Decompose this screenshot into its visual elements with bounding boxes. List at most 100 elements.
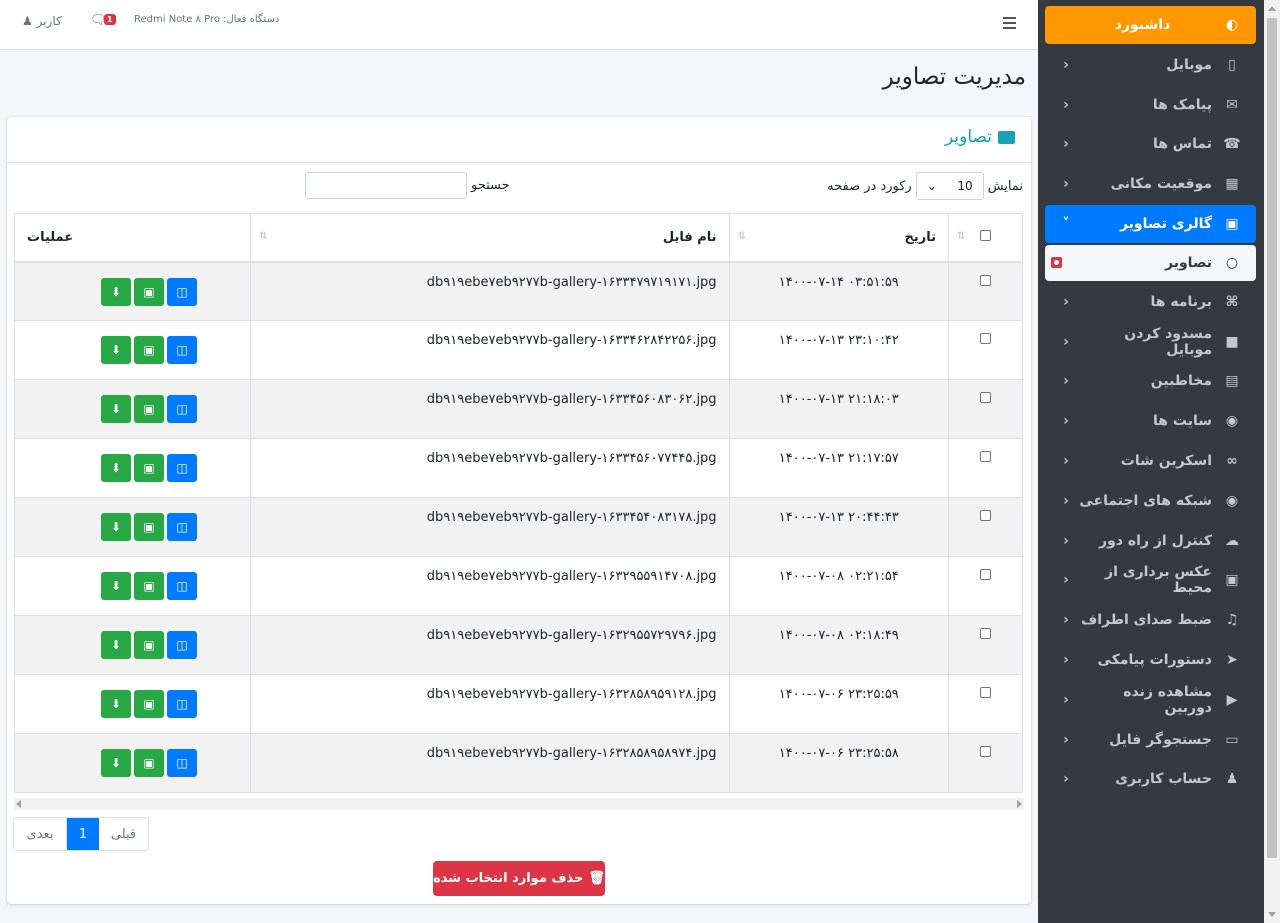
card-title: تصاویر <box>945 127 1015 147</box>
sidebar-item-gamepad[interactable]: ⌘ برنامه ها ‹ <box>1045 283 1256 321</box>
delete-selected-button[interactable]: 🗑 حذف موارد انتخاب شده <box>433 861 605 896</box>
show-label: نمایش <box>987 178 1023 194</box>
eye-icon: ◉ <box>1225 492 1239 509</box>
pagination-prev[interactable]: قبلی <box>99 818 148 850</box>
download-button[interactable]: ⬇ <box>101 454 131 482</box>
map-button[interactable]: ◫ <box>167 277 197 306</box>
map-button[interactable]: ◫ <box>167 454 197 482</box>
images-card: تصاویر نمایش 10 ⌄ رکورد در صفحه جستجو ⇅ ت… <box>7 117 1031 904</box>
column-header-date[interactable]: تاریخ ⇅ <box>728 213 950 263</box>
chevron-down-icon: ⌄ <box>926 179 937 193</box>
sidebar-item-user[interactable]: ♟ حساب کاربری ‹ <box>1045 760 1256 798</box>
view-image-button[interactable]: ▣ <box>134 336 164 364</box>
download-button[interactable]: ⬇ <box>101 277 131 306</box>
row-checkbox[interactable] <box>980 628 991 639</box>
search-input[interactable] <box>305 172 467 199</box>
row-checkbox[interactable] <box>980 451 991 462</box>
chevron-left-icon: ‹ <box>1063 293 1069 310</box>
download-button[interactable]: ⬇ <box>101 395 131 423</box>
image-icon: ▣ <box>143 284 155 299</box>
view-image-button[interactable]: ▣ <box>134 395 164 423</box>
user-menu[interactable]: ♟ کاربر <box>22 14 62 28</box>
sort-icon[interactable]: ⇅ <box>957 231 965 242</box>
view-image-button[interactable]: ▣ <box>134 631 164 659</box>
row-checkbox-cell <box>948 320 1023 380</box>
envelope-icon: ✉ <box>1226 96 1238 113</box>
row-checkbox[interactable] <box>980 510 991 521</box>
sidebar-item-phone[interactable]: ☎ تماس ها ‹ <box>1045 125 1256 163</box>
row-checkbox[interactable] <box>980 569 991 580</box>
sidebar-item-paper-plane[interactable]: ➤ دستورات پیامکی ‹ <box>1045 641 1256 679</box>
sidebar-item-label: تماس ها <box>1152 136 1212 153</box>
chevron-left-icon: ‹ <box>1063 413 1069 430</box>
menu-toggle-icon[interactable] <box>1003 17 1016 32</box>
view-image-button[interactable]: ▣ <box>134 572 164 600</box>
row-checkbox-cell <box>948 615 1023 675</box>
row-checkbox[interactable] <box>980 746 991 757</box>
table-row: ۱۴۰۰-۰۷-۰۶ ۲۳:۲۵:۵۹ db۹۱۹ebe۷eb۹۲۷۷b-gall… <box>13 674 1023 734</box>
filename-cell: db۹۱۹ebe۷eb۹۲۷۷b-gallery-۱۶۳۲۹۵۵۹۱۴۷۰۸.j… <box>250 556 730 616</box>
view-image-button[interactable]: ▣ <box>134 454 164 482</box>
date-cell: ۱۴۰۰-۰۷-۰۶ ۲۳:۲۵:۵۹ <box>728 674 950 734</box>
chevron-down-icon: ˅ <box>1062 215 1070 232</box>
map-button[interactable]: ◫ <box>167 395 197 423</box>
view-image-button[interactable]: ▣ <box>134 277 164 306</box>
map-button[interactable]: ◫ <box>167 749 197 777</box>
view-image-button[interactable]: ▣ <box>134 513 164 541</box>
download-button[interactable]: ⬇ <box>101 690 131 718</box>
row-checkbox[interactable] <box>980 274 991 286</box>
sidebar-item-folder[interactable]: ▭ جستجوگر فایل ‹ <box>1045 721 1256 759</box>
chevron-left-icon: ‹ <box>1063 333 1069 350</box>
map-button[interactable]: ◫ <box>167 336 197 364</box>
row-checkbox[interactable] <box>980 333 991 344</box>
date-cell: ۱۴۰۰-۰۷-۱۳ ۲۱:۱۷:۵۷ <box>728 438 950 498</box>
chevron-left-icon: ‹ <box>1063 651 1069 668</box>
column-header-file[interactable]: نام فایل ⇅ <box>250 213 730 263</box>
sidebar-item-video[interactable]: ▶ مشاهده زنده دوربین ‹ <box>1045 681 1256 719</box>
operations-cell: ⬇ ▣ ◫ <box>13 261 252 321</box>
pagination-current[interactable]: 1 <box>67 818 99 850</box>
sidebar-item-envelope[interactable]: ✉ پیامک ها ‹ <box>1045 86 1256 124</box>
download-button[interactable]: ⬇ <box>101 572 131 600</box>
date-cell: ۱۴۰۰-۰۷-۱۳ ۲۰:۴۴:۴۳ <box>728 497 950 557</box>
sidebar-item-audio-file[interactable]: ♫ ضبط صدای اطراف ‹ <box>1045 601 1256 639</box>
sidebar-item-chrome[interactable]: ◉ سایت ها ‹ <box>1045 402 1256 440</box>
camera-icon: ▣ <box>1225 572 1239 589</box>
select-all-checkbox[interactable] <box>980 229 991 241</box>
download-button[interactable]: ⬇ <box>101 749 131 777</box>
image-icon: ▣ <box>143 756 155 770</box>
sidebar-item-dashboard[interactable]: ◐ داشبورد <box>1045 6 1256 44</box>
sidebar-item-book[interactable]: ▤ مخاطبین ‹ <box>1045 362 1256 400</box>
sidebar-item-eye[interactable]: ◉ شبکه های اجتماعی ‹ <box>1045 482 1256 520</box>
sidebar-item-camera[interactable]: ▣ عکس برداری از محیط ‹ <box>1045 561 1256 599</box>
download-button[interactable]: ⬇ <box>101 336 131 364</box>
pagination-next[interactable]: بعدی <box>14 818 67 850</box>
sidebar-item-image[interactable]: ▣ گالری تصاویر ˅ <box>1045 204 1256 243</box>
download-button[interactable]: ⬇ <box>101 513 131 541</box>
map-button[interactable]: ◫ <box>167 631 197 659</box>
row-checkbox[interactable] <box>980 392 991 403</box>
view-image-button[interactable]: ▣ <box>134 690 164 718</box>
horizontal-scrollbar[interactable] <box>14 798 1024 810</box>
sidebar-item-binoculars[interactable]: ∞ اسکرین شات ‹ <box>1045 442 1256 480</box>
search-control: جستجو <box>305 172 510 199</box>
vertical-scrollbar[interactable] <box>1264 0 1280 923</box>
select-all-header: ⇅ <box>948 213 1023 263</box>
sidebar-item-cloud[interactable]: ☁ کنترل از راه دور ‹ <box>1045 522 1256 560</box>
download-button[interactable]: ⬇ <box>101 631 131 659</box>
map-button[interactable]: ◫ <box>167 513 197 541</box>
map-button[interactable]: ◫ <box>167 572 197 600</box>
column-header-operations[interactable]: عملیات <box>13 213 252 263</box>
sidebar-item-lock[interactable]: ■ مسدود کردن موبایل ‹ <box>1045 323 1256 361</box>
row-checkbox[interactable] <box>980 687 991 698</box>
sidebar-item-circle[interactable]: ○ تصاویر <box>1045 244 1256 281</box>
chevron-left-icon: ‹ <box>1063 572 1069 589</box>
map-button[interactable]: ◫ <box>167 690 197 718</box>
image-icon: ▣ <box>143 697 155 711</box>
view-image-button[interactable]: ▣ <box>134 749 164 777</box>
page-length-select[interactable]: 10 ⌄ <box>915 172 984 200</box>
sort-icon: ⇅ <box>737 231 746 242</box>
filename-cell: db۹۱۹ebe۷eb۹۲۷۷b-gallery-۱۶۳۲۸۵۸۹۵۸۹۷۴.j… <box>250 733 730 793</box>
sidebar-item-mobile[interactable]: ▯ موبایل ‹ <box>1045 46 1256 84</box>
sidebar-item-map[interactable]: ▦ موقعیت مکانی ‹ <box>1045 165 1256 203</box>
